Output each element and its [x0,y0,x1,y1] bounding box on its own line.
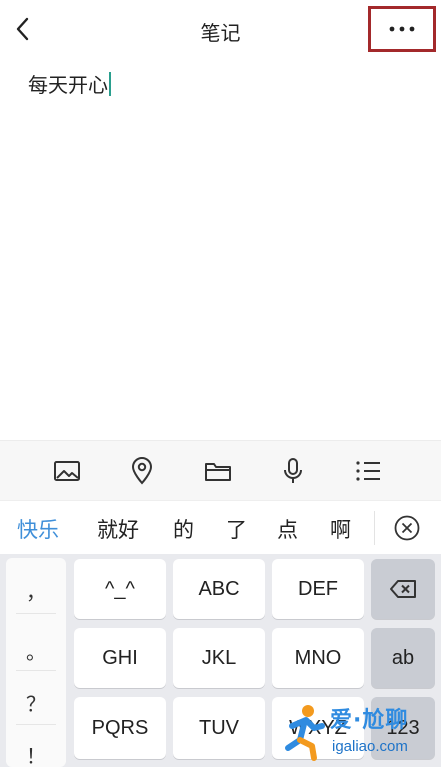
key-mno[interactable]: MNO [272,628,364,688]
note-content: 每天开心 [28,73,108,97]
candidate-word[interactable]: 就好 [97,514,139,544]
key-tuv[interactable]: TUV [173,697,265,759]
list-icon [356,460,380,481]
microphone-icon [283,457,302,483]
more-options-button[interactable] [368,6,436,52]
voice-input-button[interactable] [278,456,308,486]
key-ab[interactable]: ab [371,628,435,688]
key-123[interactable]: 123 [371,697,435,759]
key-emoticon[interactable]: ^_^ [74,559,166,619]
checklist-button[interactable] [353,456,383,486]
key-jkl[interactable]: JKL [173,628,265,688]
key-abc[interactable]: ABC [173,559,265,619]
key-wxyz[interactable]: WXYZ [272,697,364,759]
candidate-word[interactable]: 快乐 [17,514,59,544]
insert-location-button[interactable] [127,456,157,486]
backspace-icon [390,580,416,598]
candidate-word[interactable]: 的 [173,514,194,544]
punctuation-key[interactable]: 。 [6,636,66,665]
close-circle-icon [394,515,420,541]
key-def[interactable]: DEF [272,559,364,619]
close-candidates-button[interactable] [394,515,420,541]
image-icon [54,460,80,481]
key-ghi[interactable]: GHI [74,628,166,688]
punctuation-divider [16,613,56,614]
note-editor[interactable]: 每天开心 [28,69,111,98]
ime-keyboard: ， 。 ？ ！ ^_^ ABC DEF GHI JKL MNO ab PQRS … [0,554,441,767]
editor-toolbar [0,440,441,500]
key-pqrs[interactable]: PQRS [74,697,166,759]
punctuation-column: ， 。 ？ ！ [6,558,66,767]
ime-candidate-bar: 快乐 就好 的 了 点 啊 [0,500,441,554]
punctuation-key[interactable]: ， [6,576,66,605]
punctuation-divider [16,724,56,725]
punctuation-key[interactable]: ？ [6,688,66,717]
insert-image-button[interactable] [52,456,82,486]
insert-folder-button[interactable] [203,456,233,486]
candidate-divider [374,511,375,545]
location-icon [132,456,153,484]
folder-icon [204,462,231,481]
candidate-word[interactable]: 啊 [330,514,351,544]
header-bar: 笔记 [0,0,441,60]
punctuation-key[interactable]: ！ [6,740,66,767]
text-caret [109,71,111,96]
candidate-word[interactable]: 了 [226,514,247,544]
more-horizontal-icon [389,26,415,32]
candidate-word[interactable]: 点 [277,514,298,544]
backspace-key[interactable] [371,559,435,619]
punctuation-divider [16,670,56,671]
